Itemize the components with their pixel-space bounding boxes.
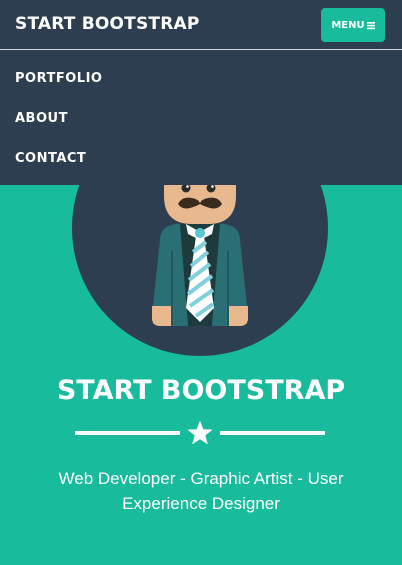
navbar-divider xyxy=(0,49,402,50)
nav-menu: PORTFOLIO ABOUT CONTACT xyxy=(0,60,402,180)
divider-line-left xyxy=(75,431,180,435)
skills-tagline: Web Developer - Graphic Artist - User Ex… xyxy=(58,469,344,513)
brand-link[interactable]: START BOOTSTRAP xyxy=(15,14,200,34)
navbar: START BOOTSTRAP MENU PORTFOLIO ABOUT CON… xyxy=(0,0,402,185)
nav-item-contact[interactable]: CONTACT xyxy=(0,140,402,180)
star-divider xyxy=(75,419,325,447)
star-icon xyxy=(187,420,213,445)
divider-line-right xyxy=(220,431,325,435)
hero-title: START BOOTSTRAP xyxy=(56,375,346,406)
bars-icon xyxy=(366,21,375,29)
nav-item-portfolio[interactable]: PORTFOLIO xyxy=(0,60,402,100)
page: START BOOTSTRAP Web Developer - Graphic … xyxy=(0,0,402,565)
nav-item-about[interactable]: ABOUT xyxy=(0,100,402,140)
menu-toggle-button[interactable]: MENU xyxy=(321,8,385,42)
menu-toggle-label: MENU xyxy=(331,19,365,31)
